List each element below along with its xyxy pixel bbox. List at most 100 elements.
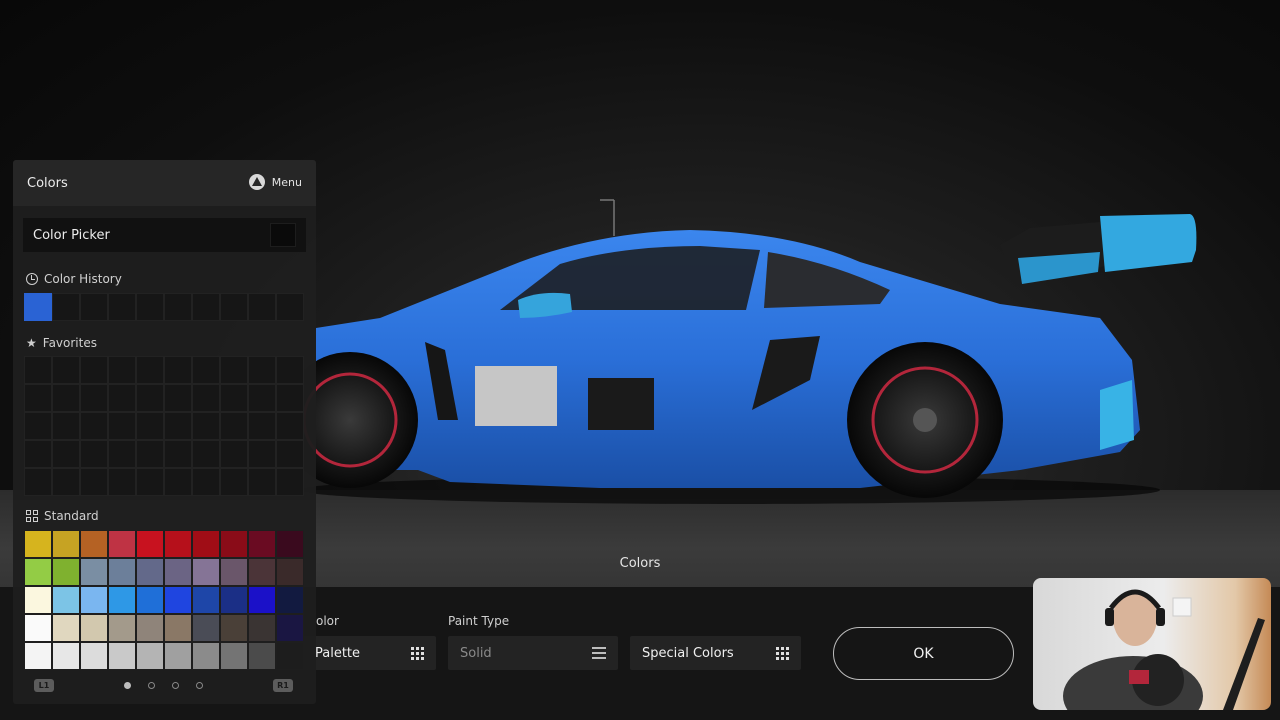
favorite-slot[interactable] [80,356,108,384]
favorite-slot[interactable] [248,468,276,496]
standard-swatch[interactable] [24,642,52,670]
favorite-slot[interactable] [192,468,220,496]
standard-swatch[interactable] [108,586,136,614]
standard-swatch[interactable] [108,530,136,558]
favorite-slot[interactable] [80,468,108,496]
special-colors-button[interactable]: Special Colors [630,636,801,670]
favorite-slot[interactable] [108,384,136,412]
page-dot[interactable] [148,682,155,689]
favorite-slot[interactable] [80,384,108,412]
favorite-slot[interactable] [276,412,304,440]
standard-swatch[interactable] [52,642,80,670]
page-dot[interactable] [124,682,131,689]
favorite-slot[interactable] [192,384,220,412]
standard-swatch[interactable] [24,558,52,586]
standard-swatch[interactable] [220,614,248,642]
standard-swatch[interactable] [248,614,276,642]
favorite-slot[interactable] [136,412,164,440]
favorite-slot[interactable] [164,356,192,384]
history-swatch[interactable] [220,293,248,321]
standard-swatch[interactable] [276,558,304,586]
page-dot[interactable] [196,682,203,689]
favorite-slot[interactable] [52,412,80,440]
standard-swatch[interactable] [192,642,220,670]
favorite-slot[interactable] [108,356,136,384]
favorite-slot[interactable] [276,384,304,412]
standard-swatch[interactable] [248,530,276,558]
favorite-slot[interactable] [164,468,192,496]
standard-swatch[interactable] [220,586,248,614]
favorite-slot[interactable] [276,468,304,496]
favorite-slot[interactable] [220,356,248,384]
r1-button[interactable]: R1 [273,679,293,692]
history-swatch[interactable] [80,293,108,321]
menu-button[interactable]: Menu [248,174,302,190]
history-swatch[interactable] [164,293,192,321]
standard-swatch[interactable] [276,642,304,670]
standard-swatch[interactable] [52,558,80,586]
history-swatch[interactable] [52,293,80,321]
history-swatch[interactable] [192,293,220,321]
standard-swatch[interactable] [164,586,192,614]
standard-swatch[interactable] [80,614,108,642]
standard-swatch[interactable] [192,586,220,614]
color-picker-button[interactable]: Color Picker [23,218,306,252]
favorite-slot[interactable] [52,384,80,412]
favorite-slot[interactable] [136,356,164,384]
page-dot[interactable] [172,682,179,689]
history-swatch[interactable] [136,293,164,321]
standard-swatch[interactable] [248,558,276,586]
ok-button[interactable]: OK [833,627,1014,680]
standard-swatch[interactable] [136,642,164,670]
paint-type-selector[interactable]: Solid [448,636,618,670]
favorite-slot[interactable] [164,412,192,440]
standard-swatch[interactable] [108,642,136,670]
standard-swatch[interactable] [276,530,304,558]
favorite-slot[interactable] [108,468,136,496]
favorite-slot[interactable] [136,440,164,468]
standard-swatch[interactable] [164,614,192,642]
favorite-slot[interactable] [220,412,248,440]
favorite-slot[interactable] [24,384,52,412]
favorite-slot[interactable] [80,412,108,440]
favorite-slot[interactable] [52,468,80,496]
standard-swatch[interactable] [136,586,164,614]
standard-swatch[interactable] [80,586,108,614]
history-swatch[interactable] [248,293,276,321]
l1-button[interactable]: L1 [34,679,54,692]
history-swatch[interactable] [108,293,136,321]
standard-swatch[interactable] [80,642,108,670]
standard-swatch[interactable] [220,558,248,586]
history-swatch[interactable] [276,293,304,321]
favorite-slot[interactable] [192,412,220,440]
standard-swatch[interactable] [220,642,248,670]
standard-swatch[interactable] [248,586,276,614]
standard-swatch[interactable] [80,530,108,558]
favorite-slot[interactable] [248,384,276,412]
favorite-slot[interactable] [136,468,164,496]
standard-swatch[interactable] [24,614,52,642]
standard-swatch[interactable] [164,642,192,670]
standard-swatch[interactable] [192,558,220,586]
favorite-slot[interactable] [24,356,52,384]
standard-swatch[interactable] [52,530,80,558]
favorite-slot[interactable] [164,384,192,412]
standard-swatch[interactable] [24,530,52,558]
favorite-slot[interactable] [52,356,80,384]
favorite-slot[interactable] [220,440,248,468]
standard-swatch[interactable] [136,614,164,642]
favorite-slot[interactable] [192,440,220,468]
standard-swatch[interactable] [24,586,52,614]
favorite-slot[interactable] [108,440,136,468]
standard-swatch[interactable] [108,558,136,586]
standard-swatch[interactable] [136,558,164,586]
history-swatch[interactable] [24,293,52,321]
standard-swatch[interactable] [192,530,220,558]
standard-swatch[interactable] [276,614,304,642]
favorite-slot[interactable] [136,384,164,412]
standard-swatch[interactable] [52,614,80,642]
favorite-slot[interactable] [248,356,276,384]
standard-swatch[interactable] [276,586,304,614]
standard-swatch[interactable] [80,558,108,586]
favorite-slot[interactable] [248,440,276,468]
